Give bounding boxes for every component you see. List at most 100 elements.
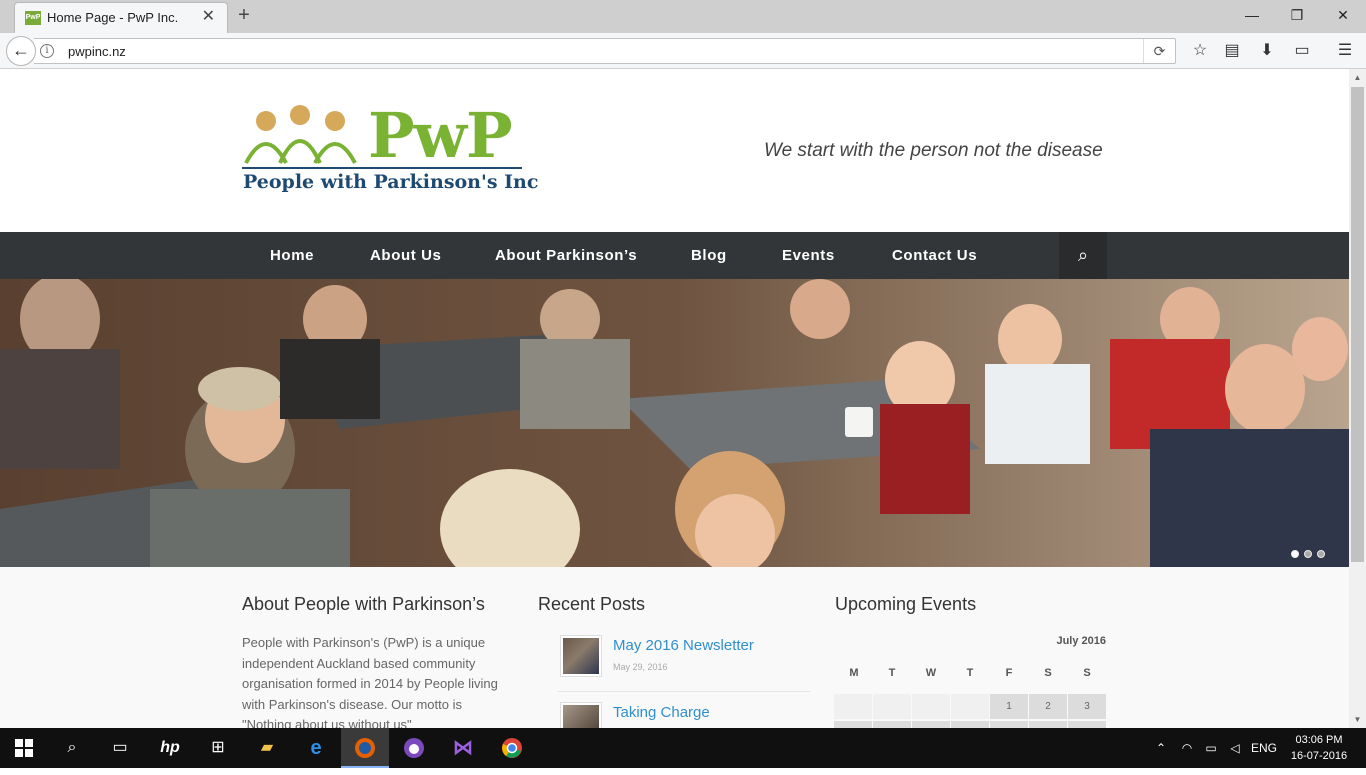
hp-icon[interactable]: hp: [146, 728, 194, 768]
calendar-weekday: S: [1044, 667, 1052, 679]
minimize-button[interactable]: —: [1237, 4, 1267, 26]
logo-subtitle: People with Parkinson's Inc: [243, 171, 539, 193]
menu-icon[interactable]: ☰: [1333, 40, 1357, 62]
calendar-weekday: F: [1005, 667, 1013, 679]
language-indicator[interactable]: ENG: [1249, 728, 1279, 768]
calendar-day[interactable]: 9: [1029, 721, 1067, 728]
nav-about-parkinsons[interactable]: About Parkinson’s: [495, 232, 637, 279]
calendar-day[interactable]: 1: [990, 694, 1028, 719]
firefox-icon[interactable]: [341, 728, 389, 768]
recent-post-item[interactable]: May 2016 Newsletter May 29, 2016: [558, 633, 810, 685]
post-thumbnail[interactable]: [560, 702, 602, 728]
tray-expand-icon[interactable]: ⌃: [1152, 728, 1170, 768]
search-icon[interactable]: ⌕: [1059, 232, 1107, 279]
post-divider: [558, 691, 810, 692]
calendar-weekday: T: [888, 667, 896, 679]
scroll-up-icon[interactable]: ▲: [1349, 69, 1366, 86]
calendar-day[interactable]: 8: [990, 721, 1028, 728]
people-logo-icon: [244, 105, 357, 164]
wifi-icon[interactable]: ◠: [1176, 728, 1198, 768]
post-title[interactable]: Taking Charge: [613, 704, 710, 721]
calendar-weekday: S: [1083, 667, 1091, 679]
site-logo[interactable]: PwP People with Parkinson's Inc: [242, 99, 538, 199]
battery-icon[interactable]: ▭: [1200, 728, 1222, 768]
page-scrollbar[interactable]: ▲ ▼: [1349, 69, 1366, 728]
calendar-day[interactable]: 10: [1068, 721, 1106, 728]
logo-wordmark: PwP: [368, 99, 513, 172]
web-page: PwP People with Parkinson's Inc We start…: [0, 69, 1349, 728]
upcoming-events-title: Upcoming Events: [835, 594, 977, 614]
calendar-day[interactable]: 3: [1068, 694, 1106, 719]
calendar-day: [873, 694, 911, 719]
hero-photo: [0, 279, 1349, 567]
taskbar-clock[interactable]: 03:06 PM 16-07-2016: [1284, 732, 1354, 764]
edge-icon[interactable]: e: [292, 728, 340, 768]
calendar-day: [834, 694, 872, 719]
calendar-day[interactable]: 5: [873, 721, 911, 728]
site-tagline: We start with the person not the disease: [764, 140, 1103, 161]
recent-posts-title: Recent Posts: [538, 594, 646, 614]
windows-taskbar: ⌕ ▭ hp ⊞ ▰ e ⋈ ⌃ ◠ ▭ ◁ ENG 03:06 PM 16-0…: [0, 728, 1366, 768]
store-icon[interactable]: ⊞: [194, 728, 242, 768]
browser-tab[interactable]: PwP Home Page - PwP Inc. ✕: [14, 2, 228, 33]
nav-contact-us[interactable]: Contact Us: [892, 232, 977, 279]
task-view-icon[interactable]: ▭: [96, 728, 144, 768]
nav-home[interactable]: Home: [270, 232, 314, 279]
nav-blog[interactable]: Blog: [691, 232, 727, 279]
calendar-weekday: W: [925, 667, 937, 679]
restore-button[interactable]: ❐: [1282, 4, 1312, 26]
post-date: May 29, 2016: [613, 662, 668, 672]
post-title[interactable]: May 2016 Newsletter: [613, 637, 754, 654]
search-taskbar-icon[interactable]: ⌕: [48, 728, 96, 768]
slider-dot-3[interactable]: [1317, 550, 1325, 558]
browser-titlebar: PwP Home Page - PwP Inc. ✕ + — ❐ ✕: [0, 0, 1366, 33]
slider-pagination: [1291, 545, 1330, 563]
nav-events[interactable]: Events: [782, 232, 835, 279]
about-text: People with Parkinson's (PwP) is a uniqu…: [242, 635, 498, 728]
chrome-icon[interactable]: [488, 728, 536, 768]
chrome-logo-icon: [502, 738, 522, 758]
github-app-icon[interactable]: [390, 728, 438, 768]
downloads-icon[interactable]: ⬇: [1255, 40, 1279, 62]
calendar-day[interactable]: 7: [951, 721, 989, 728]
hero-slider[interactable]: [0, 279, 1349, 567]
scroll-down-icon[interactable]: ▼: [1349, 711, 1366, 728]
recent-post-item[interactable]: Taking Charge: [558, 700, 810, 728]
back-button[interactable]: ←: [6, 36, 36, 66]
slider-dot-1[interactable]: [1291, 550, 1299, 558]
tab-close-icon[interactable]: ✕: [202, 8, 215, 26]
calendar-day[interactable]: 4: [834, 721, 872, 728]
calendar-day: [912, 694, 950, 719]
calendar-month: July 2016: [1056, 635, 1106, 647]
reading-list-icon[interactable]: ▤: [1220, 40, 1244, 62]
volume-icon[interactable]: ◁: [1224, 728, 1246, 768]
logo-rule: [242, 167, 522, 169]
favicon-icon: PwP: [25, 11, 41, 25]
new-tab-button[interactable]: +: [233, 4, 255, 26]
url-text[interactable]: pwpinc.nz: [68, 44, 126, 59]
bookmark-star-icon[interactable]: ☆: [1188, 40, 1212, 62]
visual-studio-icon[interactable]: ⋈: [439, 728, 487, 768]
file-explorer-icon[interactable]: ▰: [243, 728, 291, 768]
calendar-day[interactable]: 2: [1029, 694, 1067, 719]
calendar-weekday: T: [966, 667, 974, 679]
calendar-day[interactable]: 6: [912, 721, 950, 728]
reload-icon[interactable]: ⟳: [1143, 39, 1175, 63]
about-title: About People with Parkinson’s: [242, 594, 485, 614]
window-close-button[interactable]: ✕: [1328, 4, 1358, 26]
calendar-weekday: M: [849, 667, 859, 679]
clock-date: 16-07-2016: [1290, 750, 1348, 762]
clock-time: 03:06 PM: [1295, 734, 1343, 746]
slider-dot-2[interactable]: [1304, 550, 1312, 558]
post-thumbnail[interactable]: [560, 635, 602, 677]
start-button[interactable]: [0, 728, 48, 768]
pocket-icon[interactable]: ▭: [1290, 40, 1314, 62]
browser-navbar: i pwpinc.nz ⟳ ← ☆ ▤ ⬇ ▭ ☰: [0, 33, 1366, 69]
nav-about-us[interactable]: About Us: [370, 232, 441, 279]
github-logo-icon: [404, 738, 424, 758]
url-bar[interactable]: i pwpinc.nz ⟳: [34, 38, 1176, 64]
scrollbar-thumb[interactable]: [1351, 87, 1364, 562]
info-icon[interactable]: i: [40, 44, 54, 58]
main-nav: Home About Us About Parkinson’s Blog Eve…: [0, 232, 1349, 279]
tab-title: Home Page - PwP Inc.: [47, 10, 179, 25]
